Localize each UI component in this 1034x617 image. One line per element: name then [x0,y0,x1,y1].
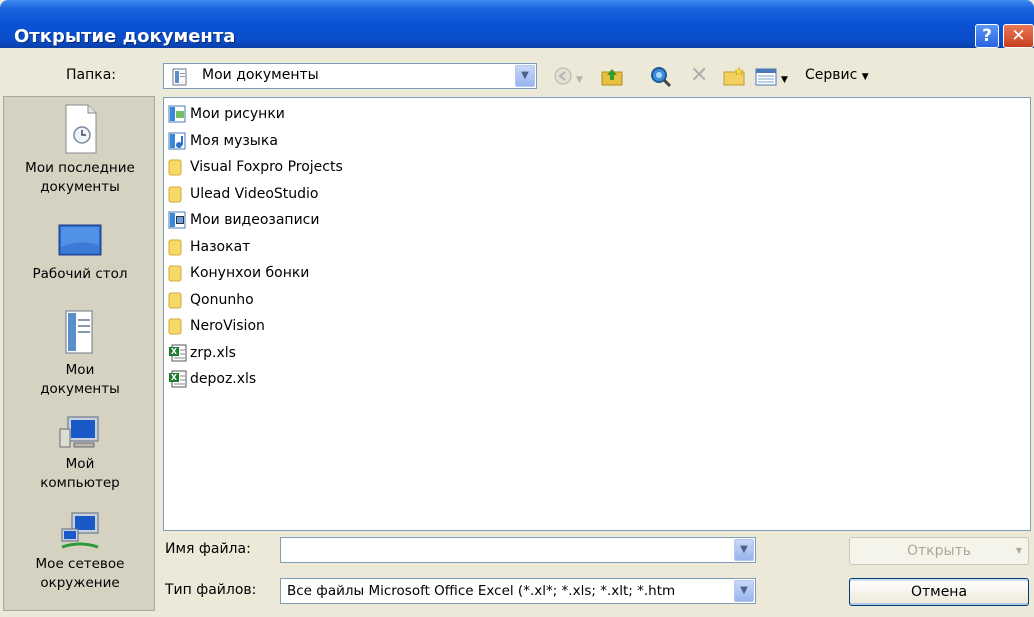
list-item-label: Моя музыка [190,132,278,149]
folder-icon [168,185,188,203]
excel-file-icon: X [168,370,188,388]
tools-menu-label: Сервис [805,67,858,83]
chevron-down-icon[interactable]: ▼ [734,580,754,602]
filename-input[interactable]: ▼ [280,537,756,563]
title-bar[interactable]: Открытие документа ? ✕ [0,0,1034,48]
list-item[interactable]: Назокат [168,235,250,259]
list-item[interactable]: Qonunho [168,288,254,312]
svg-text:X: X [171,347,178,356]
list-item-label: Конунхои бонки [190,265,310,281]
list-item-label: Qonunho [190,291,254,308]
filetype-value: Все файлы Microsoft Office Excel (*.xl*;… [287,583,676,599]
open-dropdown-icon[interactable]: ▼ [1016,538,1022,564]
place-my-computer[interactable]: Мой компьютер [4,415,156,493]
list-item[interactable]: Visual Foxpro Projects [168,155,343,179]
back-icon[interactable] [553,66,573,86]
tools-dropdown-icon: ▼ [861,72,869,82]
place-label: Мое сетевое окружение [35,556,125,591]
list-item-label: Visual Foxpro Projects [190,159,343,175]
place-label: Мой компьютер [40,456,120,491]
place-network[interactable]: Мое сетевое окружение [4,511,156,593]
list-item-label: Мои рисунки [190,106,285,122]
my-documents-icon [65,310,93,354]
network-places-icon [61,512,99,549]
open-button-label: Открыть [907,543,971,559]
folder-icon [168,291,188,309]
filetype-select[interactable]: Все файлы Microsoft Office Excel (*.xl*;… [280,578,756,604]
my-documents-icon [172,68,187,86]
svg-text:X: X [171,373,178,382]
desktop-icon [58,224,102,256]
video-folder-icon [168,211,188,229]
list-item[interactable]: Конунхои бонки [168,261,309,285]
open-button[interactable]: Открыть ▼ [849,537,1029,565]
list-item-label: Назокат [190,238,251,255]
list-item-label: zrp.xls [190,344,236,361]
window-title: Открытие документа [14,26,236,47]
views-icon[interactable] [755,68,777,86]
recent-documents-icon [65,104,97,154]
list-item-label: depoz.xls [190,371,257,387]
close-button[interactable]: ✕ [1003,24,1034,48]
list-item[interactable]: Мои рисунки [168,102,285,126]
place-my-documents[interactable]: Мои документы [4,307,156,399]
views-dropdown-icon[interactable]: ▼ [781,70,788,90]
places-bar: Мои последние документы Рабочий стол Мои… [3,96,155,611]
list-item-label: Мои видеозаписи [190,212,320,228]
list-item[interactable]: Xzrp.xls [168,341,236,365]
list-item[interactable]: Мои видеозаписи [168,208,319,232]
place-label: Рабочий стол [32,266,128,282]
list-item[interactable]: Ulead VideoStudio [168,182,318,206]
folder-icon [168,158,188,176]
place-label: Мои последние документы [25,160,135,195]
my-computer-icon [59,416,99,448]
file-list[interactable]: Мои рисунки Моя музыка Visual Foxpro Proje… [163,97,1031,531]
up-folder-icon[interactable] [600,66,624,86]
chevron-down-icon[interactable]: ▼ [515,65,535,87]
pictures-folder-icon [168,105,188,123]
filename-label: Имя файла: [165,541,251,557]
tools-menu[interactable]: Сервис ▼ [805,67,869,83]
list-item-label: Ulead VideoStudio [190,185,319,202]
place-recent-documents[interactable]: Мои последние документы [4,103,156,197]
folder-icon [168,317,188,335]
folder-combo[interactable]: Мои документы ▼ [163,63,537,89]
delete-icon[interactable]: ✕ [690,65,708,87]
music-folder-icon [168,132,188,150]
list-item[interactable]: Моя музыка [168,129,278,153]
list-item[interactable]: NeroVision [168,314,265,338]
chevron-down-icon[interactable]: ▼ [734,539,754,561]
excel-file-icon: X [168,344,188,362]
back-dropdown-icon[interactable]: ▼ [576,70,583,90]
list-item-label: NeroVision [190,318,265,334]
new-folder-icon[interactable] [722,66,746,86]
cancel-button[interactable]: Отмена [849,578,1029,606]
folder-combo-value: Мои документы [202,67,319,83]
help-button[interactable]: ? [975,24,999,48]
folder-icon [168,238,188,256]
place-label: Мои документы [40,362,120,397]
list-item[interactable]: Xdepoz.xls [168,367,256,391]
filetype-label: Тип файлов: [165,582,257,598]
search-web-icon[interactable] [650,66,672,88]
folder-icon [168,264,188,282]
folder-label: Папка: [66,67,117,83]
place-desktop[interactable]: Рабочий стол [4,221,156,284]
